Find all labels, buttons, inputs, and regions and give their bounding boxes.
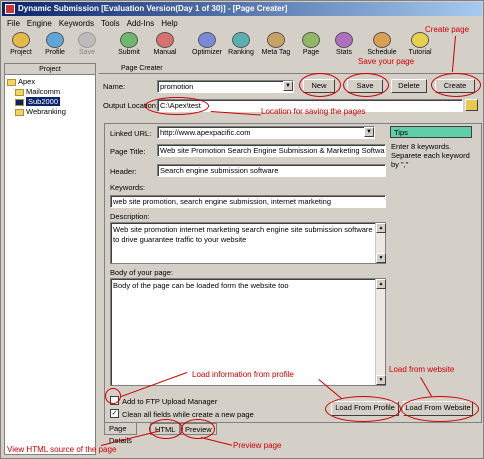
window-title: Dynamic Submission [Evaluation Version(D…	[18, 4, 288, 13]
profile-icon	[46, 32, 64, 48]
page-button[interactable]: Page	[299, 31, 323, 61]
body-label: Body of your page:	[110, 268, 173, 277]
menu-add-ins[interactable]: Add-Ins	[127, 17, 155, 30]
annotation-view-html: View HTML source of the page	[7, 445, 117, 454]
project-button[interactable]: Project	[7, 31, 35, 61]
submit-button[interactable]: Submit	[115, 31, 143, 61]
project-tree: Apex Mailcomm Sub2000 Webranking	[5, 75, 95, 119]
page-title-label: Page Title:	[110, 147, 146, 156]
title-bar: Dynamic Submission [Evaluation Version(D…	[2, 2, 482, 16]
header-input[interactable]: Search engine submission software	[157, 164, 386, 177]
submit-icon	[120, 32, 138, 48]
ranking-icon	[232, 32, 250, 48]
scroll-down-icon[interactable]: ▼	[376, 253, 386, 263]
folder-browse-icon[interactable]	[465, 99, 478, 111]
folder-icon	[7, 78, 16, 86]
description-textarea[interactable]: Web site promotion internet marketing se…	[110, 222, 386, 264]
manual-icon	[156, 32, 174, 48]
annotation-load-profile: Load information from profile	[192, 370, 294, 379]
tab-page-details[interactable]: Page Details	[104, 423, 137, 445]
project-panel: Project Apex Mailcomm Sub2000 Webranking	[4, 63, 96, 455]
tips-text: Enter 8 keywords. Separete each keyword …	[391, 142, 470, 169]
annotation-circle-preview	[181, 419, 215, 439]
name-dropdown-button[interactable]: ▼	[283, 81, 293, 91]
folder-icon	[15, 88, 24, 96]
annotation-circle-create	[431, 73, 481, 97]
annotation-circle-new	[299, 73, 341, 97]
ranking-button[interactable]: Ranking	[225, 31, 257, 61]
menu-tools[interactable]: Tools	[101, 17, 120, 30]
folder-icon	[15, 108, 24, 116]
menu-help[interactable]: Help	[161, 17, 177, 30]
application-window: Dynamic Submission [Evaluation Version(D…	[0, 0, 484, 459]
menu-bar: File Engine Keywords Tools Add-Ins Help	[3, 17, 178, 30]
delete-button[interactable]: Delete	[391, 79, 427, 93]
stats-button[interactable]: Stats	[331, 31, 357, 61]
optimizer-button[interactable]: Optimizer	[189, 31, 225, 61]
annotation-circle-output	[145, 97, 209, 115]
menu-engine[interactable]: Engine	[27, 17, 52, 30]
linked-url-dropdown-button[interactable]: ▼	[364, 127, 374, 137]
menu-keywords[interactable]: Keywords	[59, 17, 94, 30]
body-scrollbar[interactable]: ▲ ▼	[375, 279, 386, 385]
annotation-preview: Preview page	[233, 441, 282, 450]
annotation-location: Location for saving the pages	[261, 107, 366, 116]
scroll-up-icon[interactable]: ▲	[376, 279, 386, 289]
tree-item-sub2000[interactable]: Sub2000	[7, 97, 93, 107]
menu-file[interactable]: File	[7, 17, 20, 30]
meta-tag-icon	[267, 32, 285, 48]
clean-fields-checkbox[interactable]: ✓	[110, 409, 119, 418]
page-creater-header: Page Creater	[99, 63, 483, 74]
profile-button[interactable]: Profile	[41, 31, 69, 61]
stats-icon	[335, 32, 353, 48]
description-scrollbar[interactable]: ▲ ▼	[375, 223, 386, 263]
schedule-icon	[373, 32, 391, 48]
tree-item-webranking[interactable]: Webranking	[7, 107, 93, 117]
page-icon	[302, 32, 320, 48]
annotation-circle-ftp	[105, 388, 121, 404]
project-icon	[12, 32, 30, 48]
annotation-circle-html	[149, 419, 183, 439]
annotation-create-page: Create page	[425, 25, 470, 34]
page-title-input[interactable]: Web site Promotion Search Engine Submiss…	[157, 144, 386, 157]
annotation-circle-save	[343, 73, 389, 97]
scroll-down-icon[interactable]: ▼	[376, 375, 386, 385]
keywords-label: Keywords:	[110, 183, 146, 192]
annotation-circle-load-website	[401, 396, 479, 422]
name-label: Name:	[103, 82, 126, 91]
description-label: Description:	[110, 212, 150, 221]
meta-tag-button[interactable]: Meta Tag	[259, 31, 293, 61]
folder-icon	[15, 98, 24, 106]
ftp-upload-label: Add to FTP Upload Manager	[122, 397, 218, 406]
annotation-load-website: Load from website	[389, 365, 455, 374]
scroll-up-icon[interactable]: ▲	[376, 223, 386, 233]
linked-url-input[interactable]: http://www.apexpacific.com	[157, 126, 375, 139]
app-icon	[5, 4, 15, 14]
keywords-input[interactable]: web site promotion, search engine submis…	[110, 195, 386, 208]
save-icon	[78, 32, 96, 48]
header-label: Header:	[110, 167, 137, 176]
clean-fields-label: Clean all fields while create a new page	[122, 410, 254, 419]
tutorial-icon	[411, 32, 429, 48]
project-panel-header: Project	[5, 64, 95, 75]
name-input[interactable]: promotion	[157, 80, 294, 93]
save-toolbar-button[interactable]: Save	[75, 31, 99, 61]
tree-item-mailcomm[interactable]: Mailcomm	[7, 87, 93, 97]
tips-header: Tips	[390, 126, 472, 138]
optimizer-icon	[198, 32, 216, 48]
manual-button[interactable]: Manual	[149, 31, 181, 61]
annotation-circle-load-profile	[325, 396, 401, 422]
annotation-save-page: Save your page	[358, 57, 415, 66]
linked-url-label: Linked URL:	[110, 129, 152, 138]
tree-item-apex[interactable]: Apex	[7, 77, 93, 87]
